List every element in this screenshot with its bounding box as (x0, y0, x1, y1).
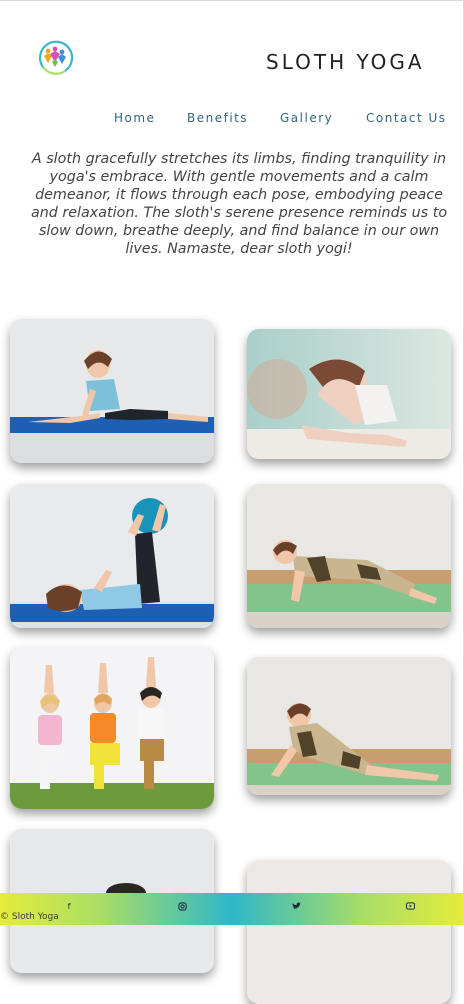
main-nav: Home Benefits Gallery Contact Us (0, 111, 464, 127)
instagram-icon[interactable] (175, 902, 189, 914)
girl-exercise-ball-photo[interactable] (10, 484, 214, 628)
boy-plank-pose-photo[interactable] (247, 484, 451, 628)
nav-benefits[interactable]: Benefits (187, 111, 248, 125)
logo-icon[interactable] (34, 36, 76, 78)
twitter-icon[interactable] (289, 902, 303, 913)
facebook-icon[interactable]: f (62, 902, 76, 912)
nav-gallery[interactable]: Gallery (280, 111, 333, 125)
yoga-photo-partial[interactable] (247, 860, 451, 1004)
youtube-icon[interactable] (403, 902, 417, 913)
girl-split-stretch-photo[interactable] (10, 319, 214, 463)
site-title: SLOTH YOGA (266, 50, 425, 74)
copyright-text: © Sloth Yoga (0, 912, 59, 922)
kids-tree-pose-photo[interactable] (10, 647, 214, 809)
nav-home[interactable]: Home (114, 111, 155, 125)
page-top-border (0, 0, 464, 1)
girl-backbend-photo[interactable] (247, 329, 451, 459)
footer-bar: f (0, 893, 464, 925)
intro-paragraph: A sloth gracefully stretches its limbs, … (30, 151, 448, 257)
boy-cobra-pose-photo[interactable] (247, 657, 451, 795)
nav-contact-us[interactable]: Contact Us (366, 111, 447, 125)
